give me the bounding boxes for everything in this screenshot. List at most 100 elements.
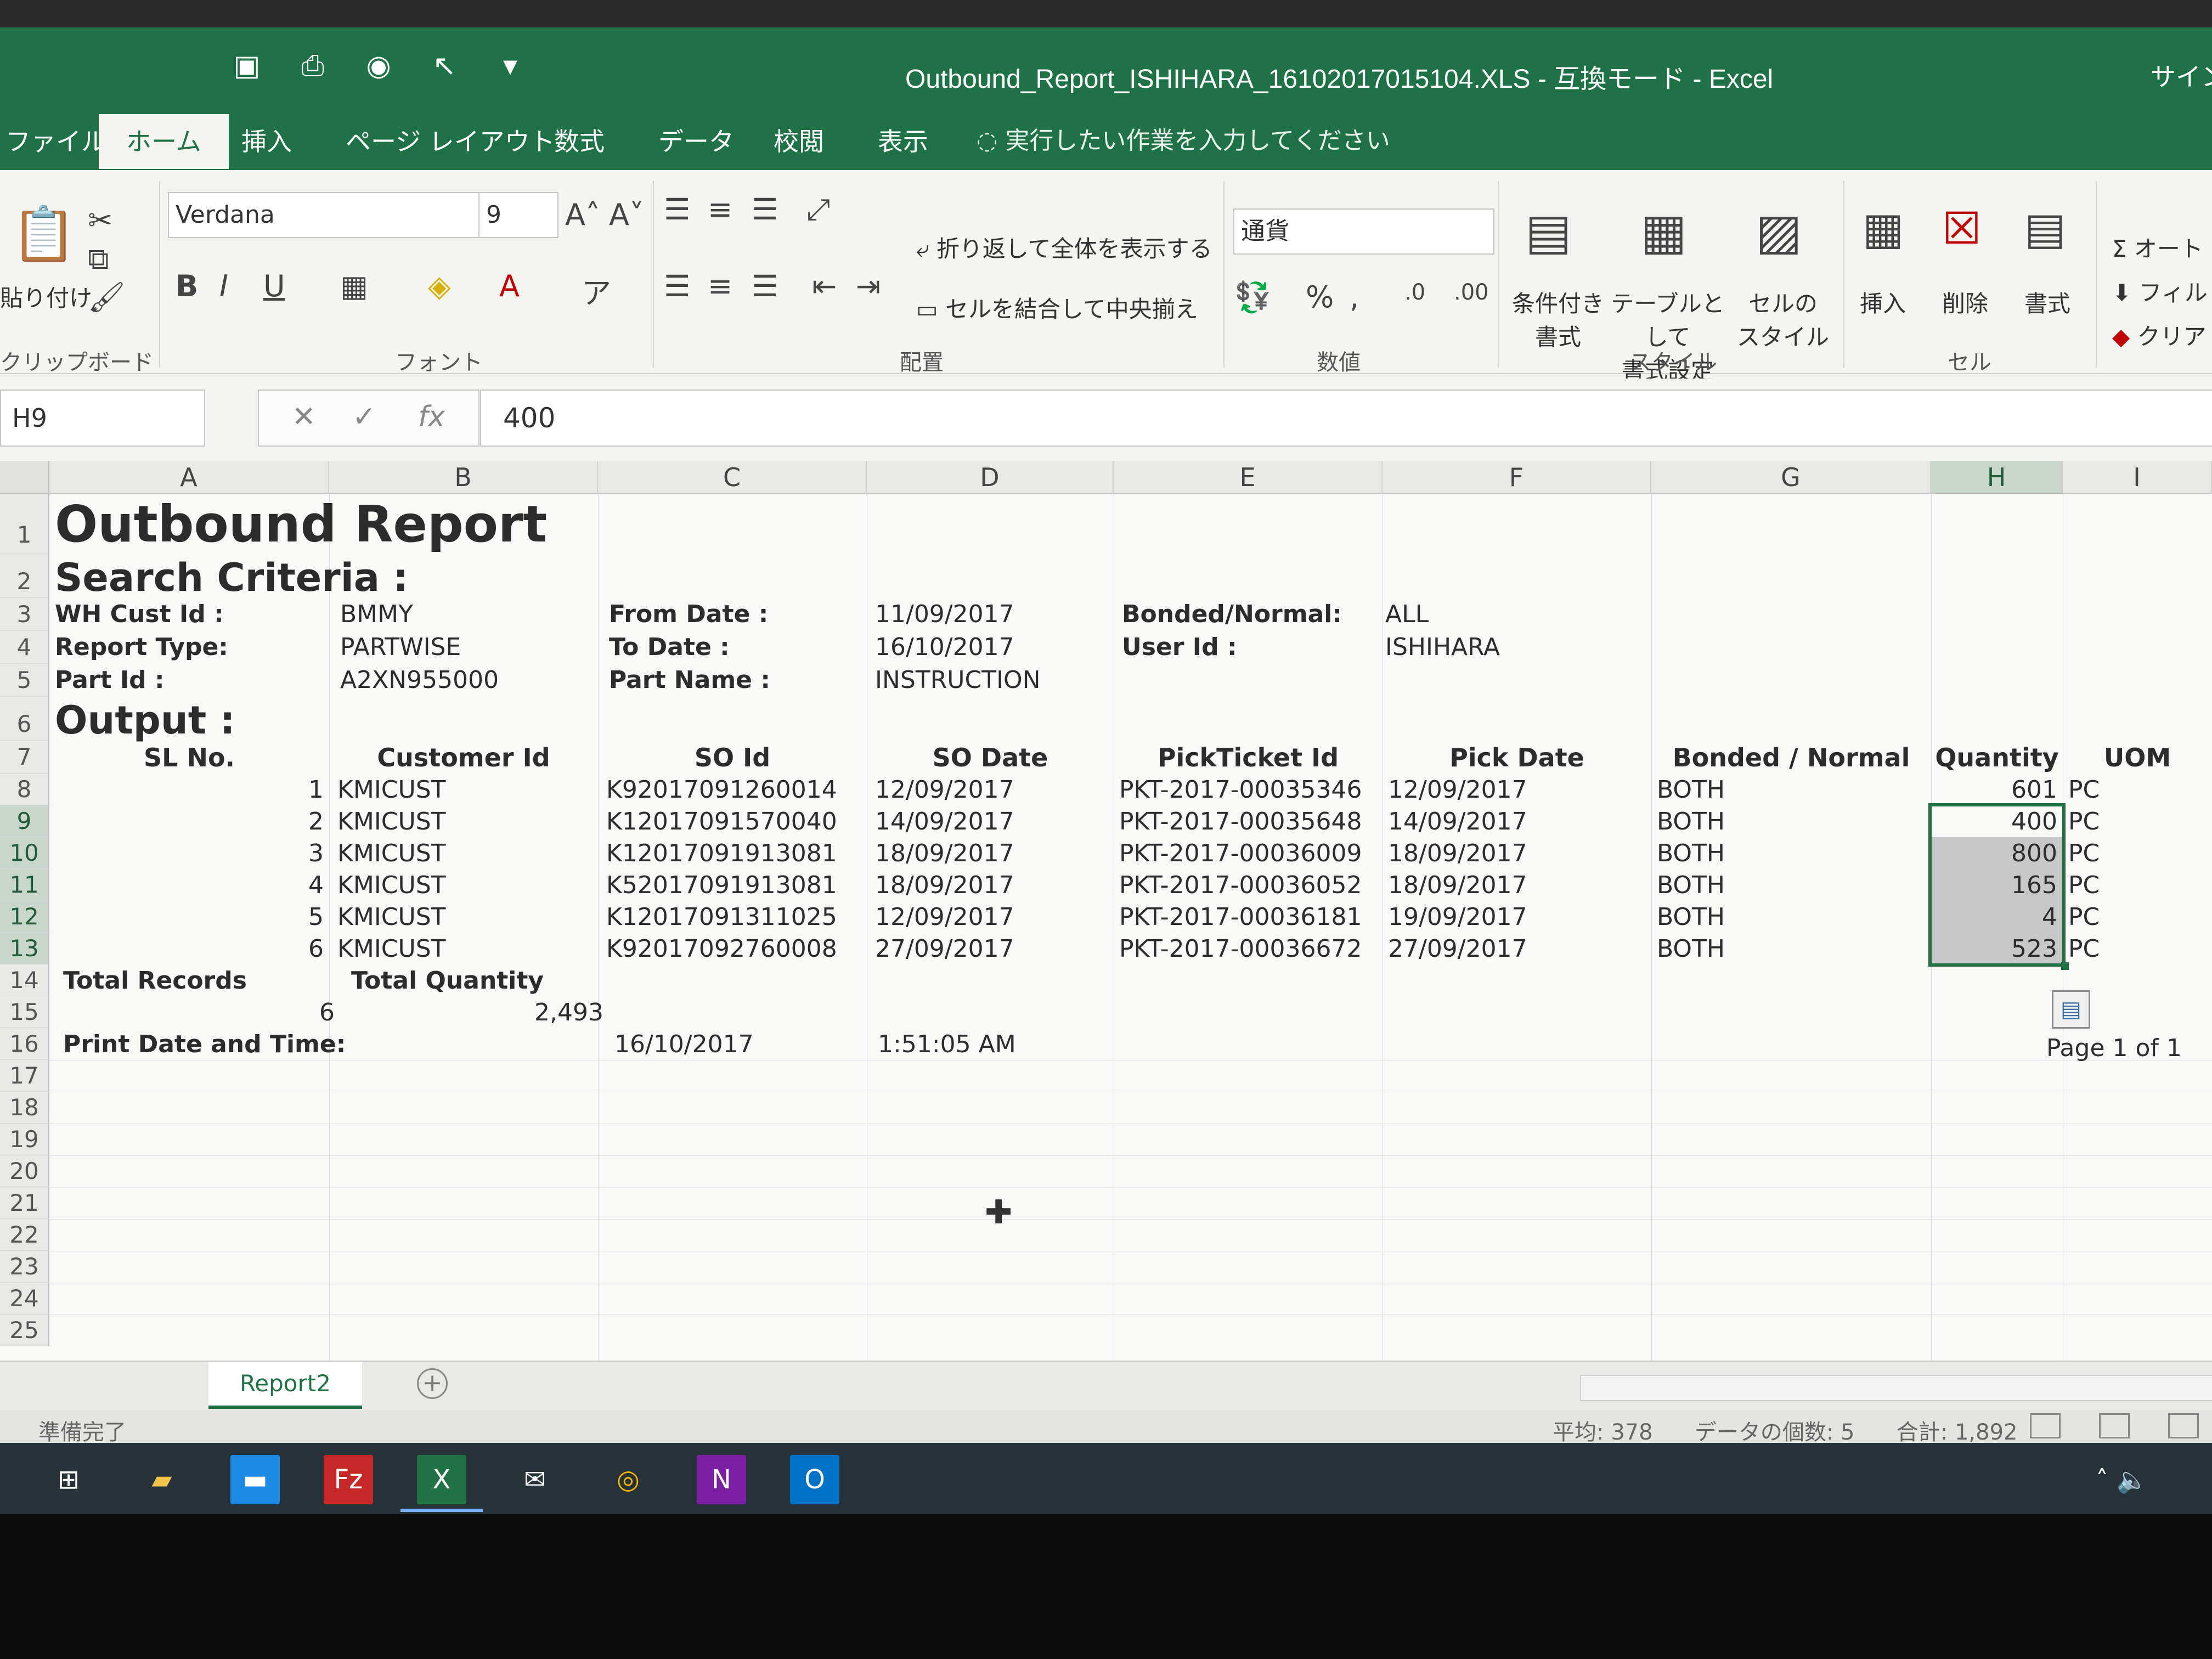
enter-icon[interactable]: ✓	[352, 400, 376, 433]
format-painter-icon[interactable]: 🖌	[88, 280, 126, 315]
file-explorer-icon[interactable]: ▰	[137, 1455, 187, 1504]
cut-icon[interactable]: ✂	[88, 203, 112, 238]
excel-app-icon[interactable]: X	[417, 1455, 466, 1504]
column-header-h[interactable]: H	[1931, 461, 2063, 494]
filezilla-icon[interactable]: Fz	[324, 1455, 373, 1504]
table-row-quantity[interactable]: 800	[1931, 839, 2057, 867]
row-header-10[interactable]: 10	[0, 837, 49, 869]
volume-icon[interactable]: 🔈	[2117, 1465, 2148, 1494]
table-row-uom[interactable]: PC	[2068, 871, 2100, 899]
print-time-value[interactable]: 1:51:05 AM	[878, 1030, 1016, 1058]
increase-decimal-icon[interactable]: .0	[1404, 280, 1425, 305]
signin-link[interactable]: サイン	[2151, 57, 2212, 93]
customize-qat-icon[interactable]: ▾	[494, 49, 527, 82]
worksheet-grid[interactable]: A B C D E F G H I 1 2 3 4 5 6 7 8 9 10 1…	[0, 461, 2212, 1388]
bold-icon[interactable]: B	[176, 269, 198, 303]
delete-cells-icon[interactable]: ☒	[1942, 203, 1982, 254]
row-header-15[interactable]: 15	[0, 996, 49, 1028]
table-row-pick-id[interactable]: PKT-2017-00036052	[1119, 871, 1362, 899]
page-layout-view-icon[interactable]	[2099, 1413, 2130, 1438]
grow-font-icon[interactable]: A˄	[565, 198, 600, 232]
row-header-22[interactable]: 22	[0, 1219, 49, 1251]
onenote-icon[interactable]: N	[697, 1455, 746, 1504]
table-row-quantity[interactable]: 4	[1931, 903, 2057, 931]
shrink-font-icon[interactable]: A˅	[609, 198, 644, 232]
accounting-format-icon[interactable]: 💱	[1234, 280, 1271, 315]
table-row-so-date[interactable]: 12/09/2017	[875, 776, 1014, 804]
column-header-b[interactable]: B	[329, 461, 598, 494]
table-row-so-id[interactable]: K12017091311025	[606, 903, 837, 931]
align-right-icon[interactable]: ☰	[752, 269, 778, 303]
normal-view-icon[interactable]	[2030, 1413, 2061, 1438]
table-row-pick-id[interactable]: PKT-2017-00036181	[1119, 903, 1362, 931]
table-row-quantity[interactable]: 165	[1931, 871, 2057, 899]
table-row-sl[interactable]: 2	[49, 808, 324, 836]
table-row-quantity-active[interactable]: 400	[1931, 808, 2057, 836]
conditional-formatting-label[interactable]: 条件付き 書式	[1503, 285, 1613, 352]
insert-cells-label[interactable]: 挿入	[1860, 285, 1906, 319]
table-row-pick-date[interactable]: 18/09/2017	[1388, 871, 1527, 899]
table-row-customer[interactable]: KMICUST	[337, 935, 446, 963]
column-header-a[interactable]: A	[49, 461, 329, 494]
table-row-so-date[interactable]: 14/09/2017	[875, 808, 1014, 836]
sheet-tab-report2[interactable]: Report2	[208, 1362, 362, 1409]
align-bottom-icon[interactable]: ☰	[752, 192, 778, 227]
tab-file[interactable]: ファイル	[5, 114, 106, 169]
row-header-13[interactable]: 13	[0, 933, 49, 964]
table-row-pick-id[interactable]: PKT-2017-00035648	[1119, 808, 1362, 836]
font-name-select[interactable]: Verdana	[168, 192, 484, 238]
format-cells-label[interactable]: 書式	[2024, 285, 2070, 319]
phonetic-icon[interactable]: ア	[582, 269, 611, 312]
tab-home[interactable]: ホーム	[99, 114, 229, 169]
column-header-c[interactable]: C	[598, 461, 867, 494]
select-all-corner[interactable]	[0, 461, 49, 494]
mail-icon[interactable]: ✉	[510, 1455, 560, 1504]
decrease-indent-icon[interactable]: ⇤	[812, 269, 837, 303]
table-row-customer[interactable]: KMICUST	[337, 808, 446, 836]
format-cells-icon[interactable]: ▤	[2024, 203, 2066, 254]
horizontal-scrollbar[interactable]	[1580, 1375, 2212, 1401]
table-row-so-date[interactable]: 18/09/2017	[875, 839, 1014, 867]
table-row-so-date[interactable]: 18/09/2017	[875, 871, 1014, 899]
table-row-customer[interactable]: KMICUST	[337, 776, 446, 804]
insert-function-icon[interactable]: fx	[418, 400, 445, 433]
print-preview-icon[interactable]: ⎙	[296, 49, 329, 82]
table-row-bonded[interactable]: BOTH	[1657, 871, 1725, 899]
table-row-so-id[interactable]: K52017091913081	[606, 871, 837, 899]
merge-center-button[interactable]: ▭ セルを結合して中央揃え	[916, 291, 1198, 324]
tab-insert[interactable]: 挿入	[241, 114, 292, 169]
print-date-value[interactable]: 16/10/2017	[614, 1030, 754, 1058]
tab-view[interactable]: 表示	[878, 114, 928, 169]
clear-button[interactable]: ◆ クリア	[2112, 318, 2207, 352]
increase-indent-icon[interactable]: ⇥	[856, 269, 881, 303]
number-format-select[interactable]: 通貨	[1233, 208, 1494, 255]
table-row-so-id[interactable]: K12017091913081	[606, 839, 837, 867]
align-top-icon[interactable]: ☰	[664, 192, 690, 227]
table-row-sl[interactable]: 4	[49, 871, 324, 899]
comma-style-icon[interactable]: ,	[1350, 280, 1359, 314]
chat-app-icon[interactable]: ▬	[230, 1455, 280, 1504]
table-row-so-id[interactable]: K12017091570040	[606, 808, 837, 836]
orientation-icon[interactable]: ⤢	[806, 192, 830, 227]
page-break-view-icon[interactable]	[2168, 1413, 2199, 1438]
row-header-20[interactable]: 20	[0, 1155, 49, 1187]
table-row-bonded[interactable]: BOTH	[1657, 808, 1725, 836]
tab-page-layout[interactable]: ページ レイアウト	[346, 114, 555, 169]
row-header-21[interactable]: 21	[0, 1187, 49, 1219]
column-header-i[interactable]: I	[2063, 461, 2212, 494]
paste-icon[interactable]: 📋	[11, 203, 77, 265]
fill-color-icon[interactable]: ◈	[428, 269, 451, 303]
format-as-table-icon[interactable]: ▦	[1640, 203, 1687, 261]
column-header-d[interactable]: D	[867, 461, 1114, 494]
row-header-1[interactable]: 1	[0, 494, 49, 554]
camera-icon[interactable]: ◉	[362, 49, 395, 82]
row-header-4[interactable]: 4	[0, 631, 49, 664]
column-header-g[interactable]: G	[1651, 461, 1931, 494]
tell-me-search[interactable]: ◌ 実行したい作業を入力してください	[977, 121, 1390, 156]
decrease-decimal-icon[interactable]: .00	[1454, 280, 1489, 305]
table-row-uom[interactable]: PC	[2068, 839, 2100, 867]
italic-icon[interactable]: I	[219, 269, 228, 303]
font-color-icon[interactable]: A	[499, 269, 520, 303]
row-header-18[interactable]: 18	[0, 1092, 49, 1124]
tab-data[interactable]: データ	[658, 114, 734, 169]
